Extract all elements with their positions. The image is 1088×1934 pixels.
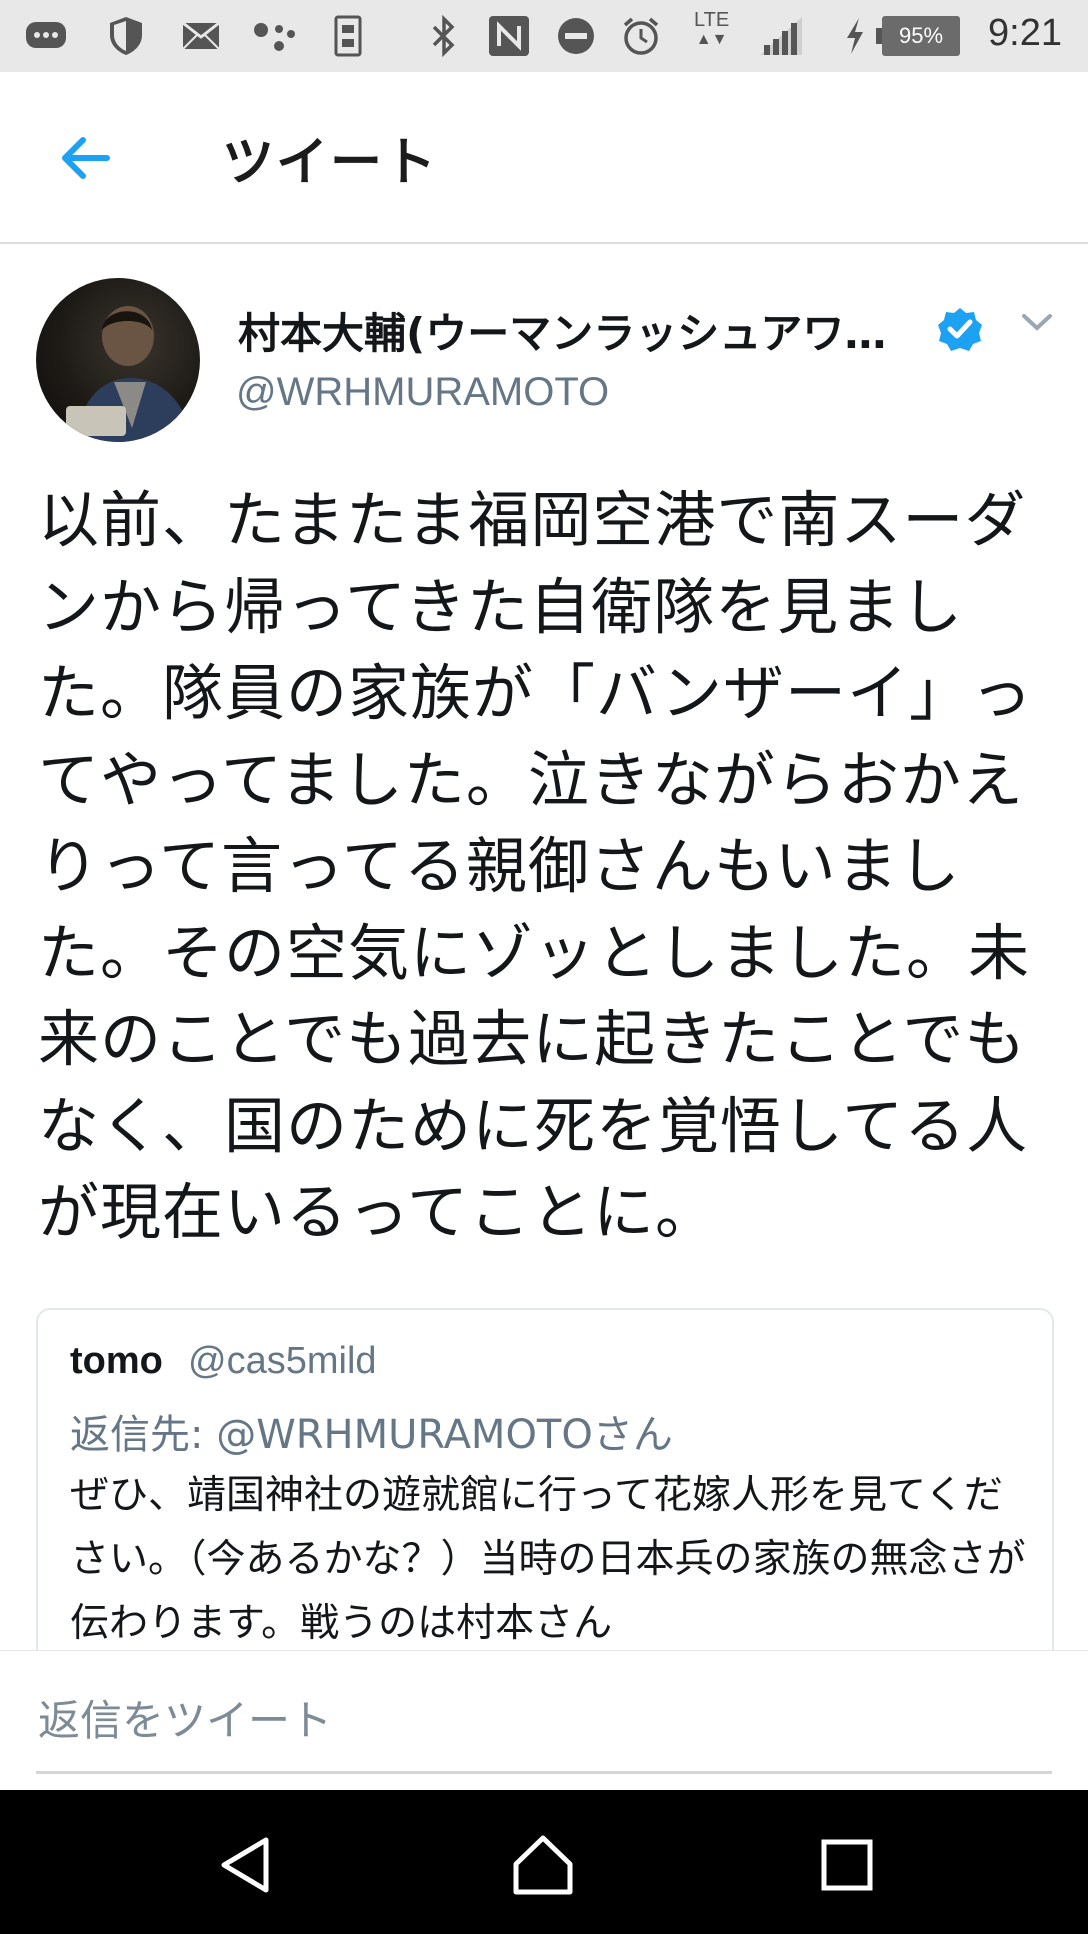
network-type: LTE ▲▼ (694, 9, 730, 48)
sim-icon (328, 14, 368, 58)
battery-icon: 95% (872, 14, 964, 58)
messenger-icon (22, 14, 70, 58)
quoted-user-handle: @cas5mild (188, 1340, 377, 1382)
app-bar: ツイート (0, 72, 1088, 244)
back-triangle-icon[interactable] (210, 1830, 280, 1900)
clock: 9:21 (988, 12, 1062, 54)
status-bar: LTE ▲▼ 95% 9:21 (0, 0, 1088, 72)
back-arrow-icon[interactable] (55, 128, 115, 188)
signal-icon (756, 14, 806, 58)
mail-icon (178, 14, 224, 58)
chevron-down-icon[interactable] (1020, 310, 1054, 334)
quoted-tweet-card[interactable]: tomo @cas5mild 返信先: @WRHMURAMOTOさん ぜひ、靖国… (36, 1308, 1054, 1670)
user-handle[interactable]: @WRHMURAMOTO (236, 370, 609, 415)
verified-badge-icon (937, 306, 983, 352)
navigation-bar (0, 1790, 1088, 1934)
bluetooth-icon (424, 14, 464, 58)
alarm-icon (618, 14, 664, 58)
dnd-icon (554, 14, 598, 58)
reply-to-label: 返信先: @WRHMURAMOTOさん (70, 1412, 673, 1458)
charging-icon (840, 14, 870, 58)
tweet-text: 以前、たまたま福岡空港で南スーダンから帰ってきた自衛隊を見ました。隊員の家族が「… (38, 485, 1034, 1248)
user-name[interactable]: 村本大輔(ウーマンラッシュアワ… (238, 300, 938, 361)
reply-underline (36, 1771, 1052, 1774)
avatar[interactable] (36, 278, 200, 442)
page-title: ツイート (222, 133, 439, 193)
quoted-user-name: tomo (70, 1340, 163, 1382)
battery-percent: 95% (898, 23, 944, 48)
reply-bar: 返信をツイート (0, 1650, 1088, 1791)
quoted-tweet-text: ぜひ、靖国神社の遊就館に行って花嫁人形を見てください。（今あるかな？）当時の日本… (70, 1473, 1026, 1646)
home-icon[interactable] (508, 1830, 578, 1900)
recents-icon[interactable] (812, 1830, 882, 1900)
nfc-icon (484, 14, 534, 58)
assistant-icon (250, 14, 300, 58)
reply-input[interactable]: 返信をツイート (38, 1687, 332, 1748)
shield-icon (104, 14, 148, 58)
